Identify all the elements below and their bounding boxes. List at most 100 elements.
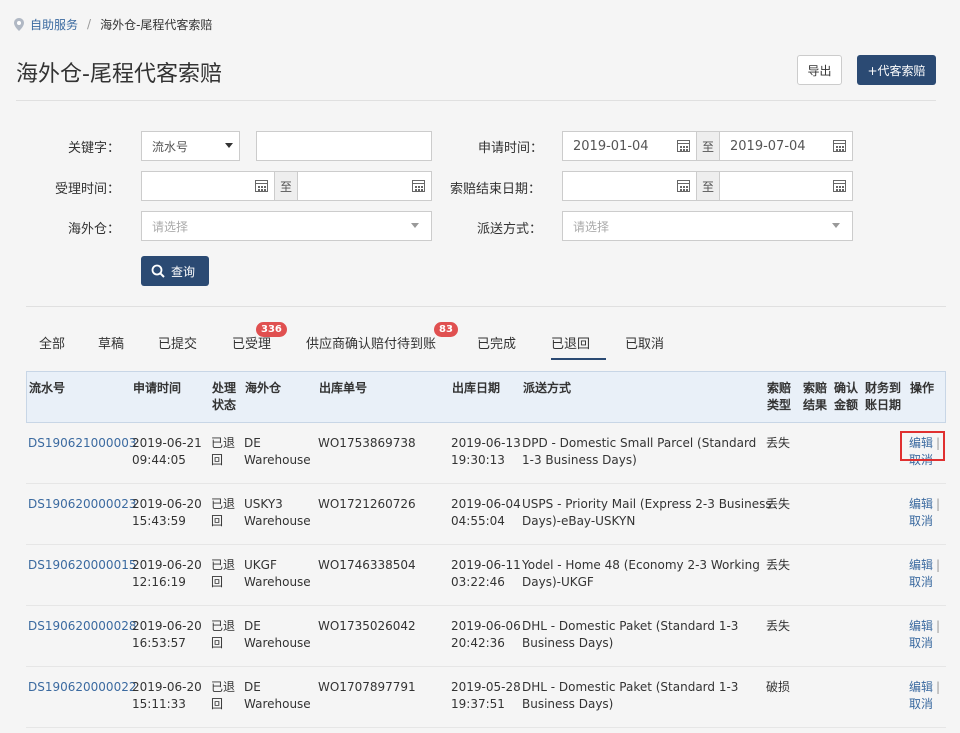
tab-completed[interactable]: 已完成 bbox=[477, 333, 516, 352]
add-claim-button[interactable]: +代客索赔 bbox=[857, 55, 936, 85]
edit-link[interactable]: 编辑 bbox=[909, 619, 933, 633]
edit-link[interactable]: 编辑 bbox=[909, 497, 933, 511]
tab-supplier-confirmed[interactable]: 供应商确认赔付待到账 bbox=[306, 333, 436, 352]
cell-status-text: 回 bbox=[211, 636, 224, 650]
col-outbound-no: 出库单号 bbox=[319, 381, 368, 395]
cell-apply-time-text: 2019-06-20 bbox=[132, 619, 202, 633]
tab-submitted[interactable]: 已提交 bbox=[158, 333, 197, 352]
breadcrumb-home-link[interactable]: 自助服务 bbox=[30, 16, 78, 33]
calendar-icon[interactable] bbox=[833, 140, 846, 152]
col-action: 操作 bbox=[910, 381, 935, 395]
cell-claim-type: 丢失 bbox=[766, 618, 790, 635]
claim-end-start-input[interactable] bbox=[562, 171, 697, 201]
cell-warehouse-text: DE bbox=[244, 436, 261, 450]
breadcrumb: 自助服务 / 海外仓-尾程代客索赔 bbox=[14, 16, 212, 32]
calendar-icon[interactable] bbox=[412, 180, 425, 192]
cancel-link[interactable]: 取消 bbox=[909, 513, 940, 530]
calendar-icon[interactable] bbox=[677, 140, 690, 152]
cell-warehouse: USKY3 Warehouse bbox=[244, 496, 311, 530]
cell-warehouse-text: Warehouse bbox=[244, 514, 311, 528]
apply-time-end-input[interactable]: 2019-07-04 bbox=[719, 131, 853, 161]
cell-delivery-text: USPS - Priority Mail (Express 2-3 Busine… bbox=[522, 497, 772, 511]
claim-end-date-label: 索赔结束日期： bbox=[450, 182, 542, 197]
cell-outbound-no: WO1707897791 bbox=[318, 679, 416, 696]
export-button[interactable]: 导出 bbox=[797, 55, 842, 85]
cell-status-text: 已退 bbox=[211, 619, 236, 633]
tab-draft[interactable]: 草稿 bbox=[98, 333, 124, 352]
search-button[interactable]: 查询 bbox=[141, 256, 209, 286]
apply-time-start-value: 2019-01-04 bbox=[573, 138, 649, 154]
cell-status: 已退回 bbox=[211, 496, 235, 530]
cell-delivery-text: 1-3 Business Days) bbox=[522, 453, 637, 467]
cell-outbound-date-text: 2019-05-28 bbox=[451, 680, 521, 694]
delivery-method-select[interactable]: 请选择 bbox=[562, 211, 853, 241]
claim-end-end-input[interactable] bbox=[719, 171, 853, 201]
apply-time-label: 申请时间： bbox=[478, 141, 544, 156]
accept-time-start-input[interactable] bbox=[141, 171, 275, 201]
cell-status-text: 已退 bbox=[211, 558, 236, 572]
cell-outbound-no-text: WO1707897791 bbox=[318, 680, 416, 694]
cell-actions: 编辑 | 取消 bbox=[909, 618, 940, 652]
cell-serial[interactable]: DS190620000022 bbox=[28, 679, 136, 696]
chevron-down-icon bbox=[225, 143, 233, 148]
cell-outbound-no: WO1735026042 bbox=[318, 618, 416, 635]
cancel-link[interactable]: 取消 bbox=[909, 574, 940, 591]
tab-cancelled[interactable]: 已取消 bbox=[625, 333, 664, 352]
cell-serial[interactable]: DS190620000015 bbox=[28, 557, 136, 574]
cell-outbound-date-text: 03:22:46 bbox=[451, 575, 505, 589]
cell-claim-type-text: 丢失 bbox=[766, 436, 791, 450]
cell-serial-text[interactable]: DS190620000015 bbox=[28, 557, 136, 574]
cell-delivery-text: Days)-UKGF bbox=[522, 575, 594, 589]
cell-apply-time: 2019-06-21 09:44:05 bbox=[132, 435, 202, 469]
cell-serial-text[interactable]: DS190620000028 bbox=[28, 618, 136, 635]
cell-outbound-date: 2019-06-11 03:22:46 bbox=[451, 557, 521, 591]
keyword-label: 关键字： bbox=[68, 141, 121, 156]
cell-warehouse-text: Warehouse bbox=[244, 636, 311, 650]
cell-serial-text[interactable]: DS190620000023 bbox=[28, 496, 136, 513]
calendar-icon[interactable] bbox=[677, 180, 690, 192]
cell-serial-text[interactable]: DS190620000022 bbox=[28, 679, 136, 696]
tab-all[interactable]: 全部 bbox=[39, 333, 65, 352]
action-line: 编辑 | bbox=[909, 557, 940, 574]
breadcrumb-separator: / bbox=[87, 17, 92, 31]
calendar-icon[interactable] bbox=[255, 180, 268, 192]
cell-apply-time-text: 2019-06-21 bbox=[132, 436, 202, 450]
cell-warehouse-text: DE bbox=[244, 619, 261, 633]
col-claim-type-line2: 类型 bbox=[767, 398, 792, 412]
calendar-icon[interactable] bbox=[833, 180, 846, 192]
keyword-type-select[interactable]: 流水号 bbox=[141, 131, 240, 161]
cell-warehouse: UKGF Warehouse bbox=[244, 557, 311, 591]
action-line: 编辑 | bbox=[909, 679, 940, 696]
delivery-method-label: 派送方式： bbox=[477, 222, 543, 237]
cell-serial[interactable]: DS190621000003 bbox=[28, 435, 136, 452]
cell-apply-time: 2019-06-20 12:16:19 bbox=[132, 557, 202, 591]
cell-warehouse: DE Warehouse bbox=[244, 435, 311, 469]
warehouse-label: 海外仓： bbox=[68, 222, 121, 237]
cancel-link[interactable]: 取消 bbox=[909, 635, 940, 652]
range-separator: 至 bbox=[696, 171, 720, 201]
cell-serial[interactable]: DS190620000023 bbox=[28, 496, 136, 513]
edit-link[interactable]: 编辑 bbox=[909, 680, 933, 694]
accept-time-end-input[interactable] bbox=[297, 171, 432, 201]
cell-serial[interactable]: DS190620000028 bbox=[28, 618, 136, 635]
warehouse-select[interactable]: 请选择 bbox=[141, 211, 432, 241]
search-button-label: 查询 bbox=[171, 264, 196, 279]
keyword-type-value: 流水号 bbox=[152, 139, 189, 154]
cancel-link[interactable]: 取消 bbox=[909, 696, 940, 713]
cell-outbound-no-text: WO1746338504 bbox=[318, 558, 416, 572]
action-separator: | bbox=[936, 619, 941, 633]
cell-delivery-text: DPD - Domestic Small Parcel (Standard bbox=[522, 436, 757, 450]
edit-link[interactable]: 编辑 bbox=[909, 558, 933, 572]
col-claim-result-line1: 索赔 bbox=[803, 381, 828, 395]
cell-outbound-date-text: 19:37:51 bbox=[451, 697, 505, 711]
col-finance-date-line2: 账日期 bbox=[865, 398, 902, 412]
apply-time-start-input[interactable]: 2019-01-04 bbox=[562, 131, 697, 161]
keyword-input[interactable] bbox=[256, 131, 432, 161]
tab-returned[interactable]: 已退回 bbox=[551, 333, 590, 352]
cell-warehouse-text: Warehouse bbox=[244, 575, 311, 589]
search-icon bbox=[151, 264, 165, 278]
col-claim-type: 索赔 类型 bbox=[767, 380, 791, 414]
cell-warehouse-text: Warehouse bbox=[244, 453, 311, 467]
cell-serial-text[interactable]: DS190621000003 bbox=[28, 435, 136, 452]
cell-apply-time-text: 15:11:33 bbox=[132, 697, 186, 711]
